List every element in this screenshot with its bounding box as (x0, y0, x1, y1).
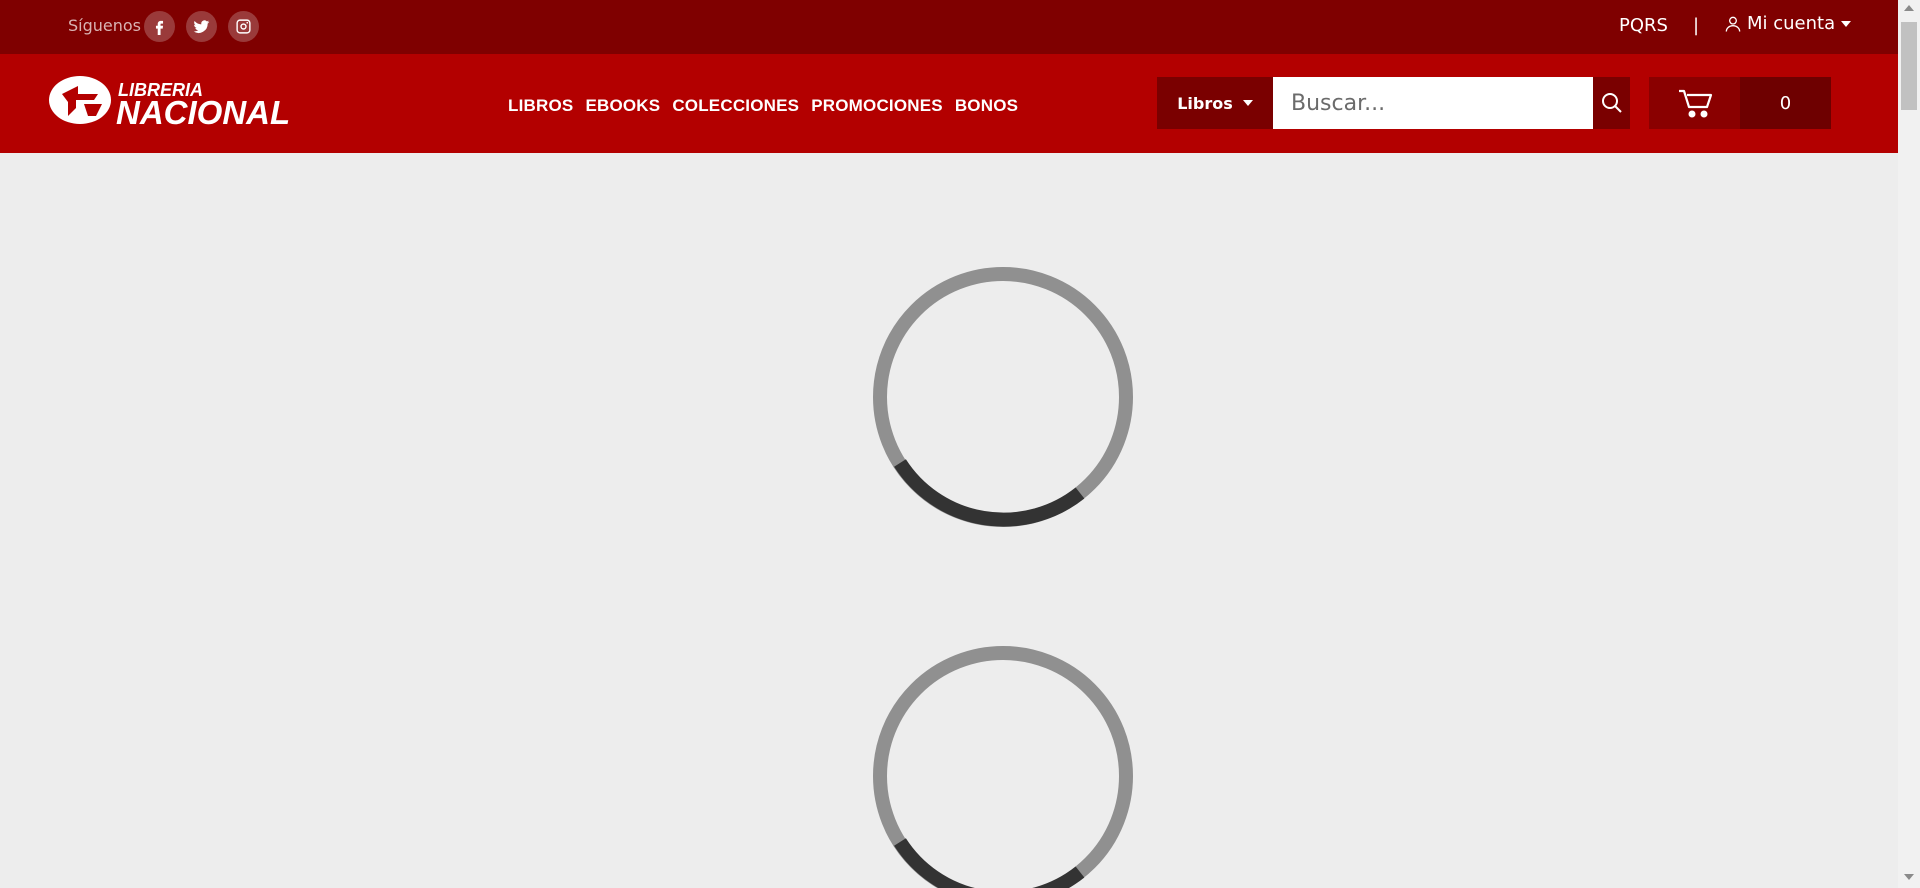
logo-mark: LIBRERIA NACIONAL (49, 76, 290, 131)
logo[interactable]: LIBRERIA NACIONAL (48, 76, 300, 131)
loading-spinner (873, 267, 1133, 527)
twitter-icon (193, 20, 210, 33)
cart-button[interactable]: 0 (1649, 77, 1831, 129)
account-menu[interactable]: Mi cuenta (1723, 13, 1852, 34)
facebook-link[interactable] (144, 11, 175, 42)
chevron-down-icon (1242, 100, 1253, 106)
scroll-down-icon[interactable] (1904, 874, 1914, 880)
top-bar: Síguenos PQRS | Mi cuenta (0, 0, 1898, 54)
page-scrollbar[interactable] (1898, 0, 1920, 888)
nav-colecciones[interactable]: COLECCIONES (672, 96, 799, 116)
main-header: LIBRERIA NACIONAL LIBROS EBOOKS COLECCIO… (0, 54, 1898, 153)
scroll-up-icon[interactable] (1904, 5, 1914, 11)
nav-ebooks[interactable]: EBOOKS (585, 96, 660, 116)
search-input[interactable] (1273, 77, 1593, 129)
nav-promociones[interactable]: PROMOCIONES (811, 96, 943, 116)
nav-bonos[interactable]: BONOS (955, 96, 1018, 116)
category-dropdown[interactable]: Libros (1157, 77, 1273, 129)
instagram-link[interactable] (228, 11, 259, 42)
twitter-link[interactable] (186, 11, 217, 42)
user-icon (1725, 16, 1741, 32)
category-label: Libros (1177, 93, 1233, 113)
loading-spinner (873, 646, 1133, 888)
follow-label: Síguenos (68, 16, 142, 35)
instagram-icon (236, 19, 251, 34)
nav-libros[interactable]: LIBROS (508, 96, 573, 116)
separator: | (1693, 15, 1700, 36)
search-icon (1601, 93, 1622, 113)
cart-count: 0 (1740, 77, 1831, 129)
scroll-thumb[interactable] (1901, 22, 1917, 110)
logo-line2: NACIONAL (116, 94, 290, 128)
pqrs-link[interactable]: PQRS (1619, 15, 1668, 36)
chevron-down-icon (1841, 20, 1852, 27)
account-label: Mi cuenta (1747, 13, 1836, 34)
search-button[interactable] (1593, 77, 1630, 129)
facebook-icon (155, 20, 164, 35)
cart-icon (1678, 89, 1712, 118)
main-nav: LIBROS EBOOKS COLECCIONES PROMOCIONES BO… (508, 96, 1018, 116)
